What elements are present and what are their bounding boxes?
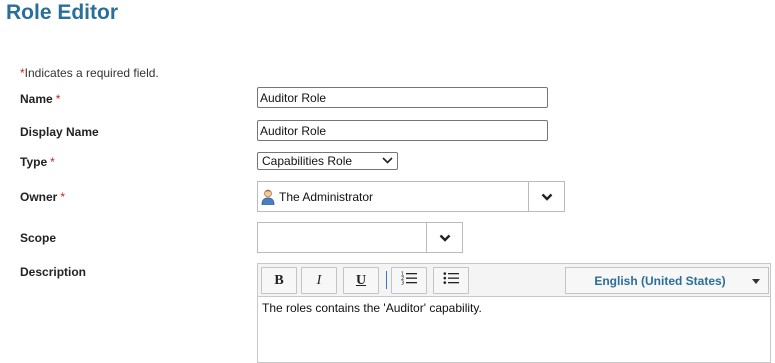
scope-label-text: Scope xyxy=(20,231,57,245)
bullet-list-button[interactable] xyxy=(433,267,469,294)
required-field-note: *Indicates a required field. xyxy=(20,66,159,80)
owner-label-text: Owner xyxy=(20,190,58,204)
scope-label: Scope xyxy=(20,231,56,245)
scope-dropdown-button[interactable] xyxy=(426,223,462,252)
description-label: Description xyxy=(20,265,86,279)
chevron-down-icon xyxy=(541,188,553,206)
italic-button[interactable]: I xyxy=(301,267,337,294)
required-star: * xyxy=(50,155,55,169)
owner-value: The Administrator xyxy=(258,182,528,211)
scope-value xyxy=(258,223,426,252)
type-select-value: Capabilities Role xyxy=(262,154,353,168)
underline-button[interactable]: U xyxy=(343,267,379,294)
toolbar-separator xyxy=(386,271,387,289)
person-icon xyxy=(261,189,275,205)
required-star: * xyxy=(60,190,66,204)
language-label: English (United States) xyxy=(594,273,726,288)
chevron-down-icon xyxy=(439,229,451,247)
bullet-list-icon xyxy=(443,271,459,290)
bold-button[interactable]: B xyxy=(261,267,297,294)
owner-dropdown-button[interactable] xyxy=(528,182,564,211)
description-label-text: Description xyxy=(20,265,87,279)
type-label-text: Type xyxy=(20,155,48,169)
editor-toolbar: B I U 1 2 3 English (United States) xyxy=(258,264,770,297)
italic-icon: I xyxy=(316,272,322,288)
description-editor: B I U 1 2 3 English (United States) The … xyxy=(257,263,771,363)
bold-icon: B xyxy=(274,272,284,288)
display-name-label: Display Name xyxy=(20,125,99,139)
display-name-field[interactable] xyxy=(257,120,548,141)
required-note-text: Indicates a required field. xyxy=(24,66,159,80)
required-star: * xyxy=(55,92,61,106)
type-select[interactable]: Capabilities Role xyxy=(257,152,398,170)
owner-name: The Administrator xyxy=(279,189,374,204)
name-label: Name * xyxy=(20,92,60,106)
numbered-list-icon: 1 2 3 xyxy=(401,271,417,290)
language-dropdown[interactable]: English (United States) xyxy=(565,267,769,294)
numbered-list-button[interactable]: 1 2 3 xyxy=(391,267,427,294)
owner-label: Owner * xyxy=(20,190,65,204)
caret-down-icon xyxy=(744,276,768,286)
svg-text:3: 3 xyxy=(401,281,404,286)
owner-combobox[interactable]: The Administrator xyxy=(257,181,565,212)
type-label: Type * xyxy=(20,155,55,169)
display-name-label-text: Display Name xyxy=(20,125,99,139)
chevron-down-icon xyxy=(382,156,393,166)
name-label-text: Name xyxy=(20,92,53,106)
underline-icon: U xyxy=(355,272,367,288)
scope-combobox[interactable] xyxy=(257,222,463,253)
description-text-area[interactable]: The roles contains the 'Auditor' capabil… xyxy=(258,297,770,319)
name-field[interactable] xyxy=(257,87,548,108)
page-title: Role Editor xyxy=(6,1,119,24)
